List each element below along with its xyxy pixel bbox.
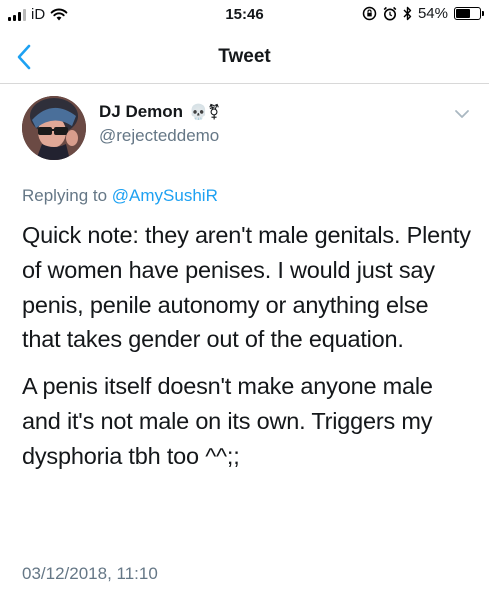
chevron-down-icon[interactable] bbox=[454, 108, 470, 120]
tweet-paragraph: A penis itself doesn't make anyone male … bbox=[22, 373, 433, 469]
replying-to: Replying to @AmySushiR bbox=[22, 186, 218, 206]
tweet-paragraph: Quick note: they aren't male genitals. P… bbox=[22, 222, 471, 353]
tweet-text: Quick note: they aren't male genitals. P… bbox=[22, 218, 472, 486]
display-name[interactable]: DJ Demon bbox=[99, 102, 183, 122]
reply-mention-link[interactable]: @AmySushiR bbox=[112, 186, 218, 205]
replying-prefix: Replying to bbox=[22, 186, 112, 205]
avatar-image bbox=[22, 96, 86, 160]
page-title: Tweet bbox=[218, 46, 271, 67]
battery-percent: 54% bbox=[417, 5, 448, 22]
status-right: 54% bbox=[362, 5, 484, 22]
bluetooth-icon bbox=[403, 6, 412, 21]
navigation-bar: Tweet bbox=[0, 30, 489, 84]
tweet-timestamp: 03/12/2018, 11:10 bbox=[22, 564, 158, 583]
user-handle[interactable]: @rejecteddemo bbox=[99, 126, 219, 146]
orientation-lock-icon bbox=[362, 6, 377, 21]
avatar[interactable] bbox=[22, 96, 86, 160]
alarm-icon bbox=[383, 6, 397, 21]
status-bar: iD 15:46 54% bbox=[0, 0, 489, 30]
name-emoji: 💀⚧ bbox=[189, 103, 221, 121]
author-name-row[interactable]: DJ Demon 💀⚧ bbox=[99, 102, 220, 122]
battery-icon bbox=[454, 7, 484, 20]
